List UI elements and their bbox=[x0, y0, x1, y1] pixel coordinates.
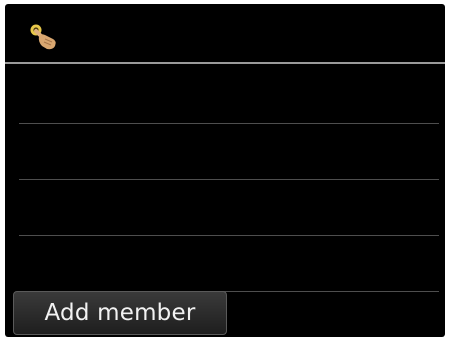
member-list bbox=[5, 64, 445, 292]
list-item[interactable] bbox=[19, 180, 439, 236]
touch-hand-icon bbox=[27, 22, 61, 52]
add-member-button[interactable]: Add member bbox=[13, 291, 227, 335]
printer-panel-screen: Add member bbox=[5, 4, 445, 337]
list-item[interactable] bbox=[19, 124, 439, 180]
screen-header bbox=[5, 4, 445, 62]
list-item[interactable] bbox=[19, 236, 439, 292]
list-item[interactable] bbox=[19, 68, 439, 124]
